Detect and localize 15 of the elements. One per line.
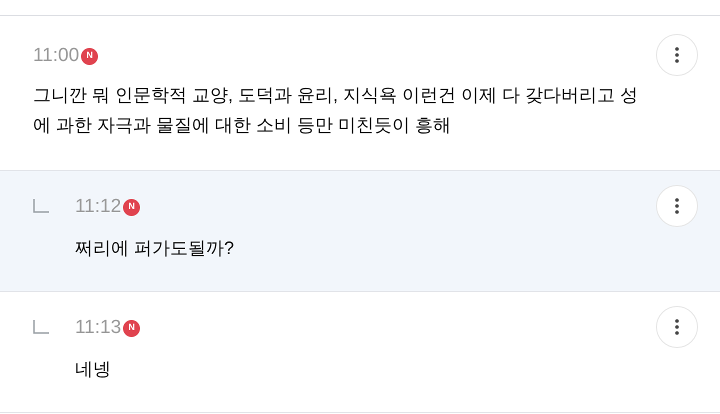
more-options-button[interactable] bbox=[656, 34, 698, 76]
more-options-icon bbox=[675, 47, 679, 63]
more-options-icon bbox=[675, 319, 679, 335]
comment-text: 그니깐 뭐 인문학적 교양, 도덕과 윤리, 지식욕 이런건 이제 다 갖다버리고 성에 과한 자극과 물질에 대한 소비 등만 미친듯이 흥해 bbox=[33, 84, 640, 137]
comment-text: 쩌리에 퍼가도될까? bbox=[75, 237, 236, 260]
new-badge: N bbox=[81, 48, 98, 64]
comment-time: 11:12 bbox=[75, 195, 122, 219]
new-badge: N bbox=[123, 198, 140, 216]
comment-time: 11:13 bbox=[75, 316, 122, 340]
more-options-button[interactable] bbox=[656, 306, 698, 348]
more-options-button[interactable] bbox=[656, 185, 698, 227]
more-options-icon bbox=[675, 198, 679, 214]
new-badge: N bbox=[123, 320, 140, 336]
comment-time: 11:00 bbox=[33, 44, 80, 68]
comment-text: 네넹 bbox=[75, 358, 112, 381]
